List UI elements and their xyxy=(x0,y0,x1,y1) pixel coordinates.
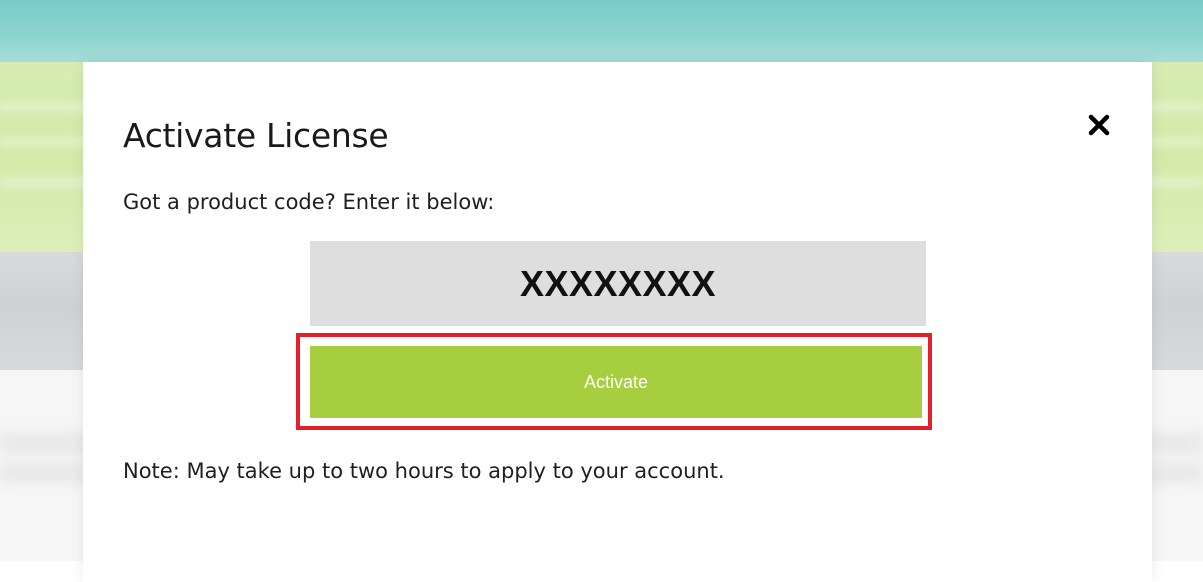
close-button[interactable] xyxy=(1080,106,1118,144)
modal-title: Activate License xyxy=(123,116,389,155)
modal-subtitle: Got a product code? Enter it below: xyxy=(123,190,495,214)
activate-button[interactable]: Activate xyxy=(310,346,922,418)
background-header-band xyxy=(0,0,1203,62)
product-code-input[interactable] xyxy=(310,241,926,326)
product-code-field xyxy=(310,241,926,326)
activate-license-modal: Activate License Got a product code? Ent… xyxy=(83,62,1152,582)
close-icon xyxy=(1088,114,1110,136)
activation-note: Note: May take up to two hours to apply … xyxy=(123,459,725,483)
